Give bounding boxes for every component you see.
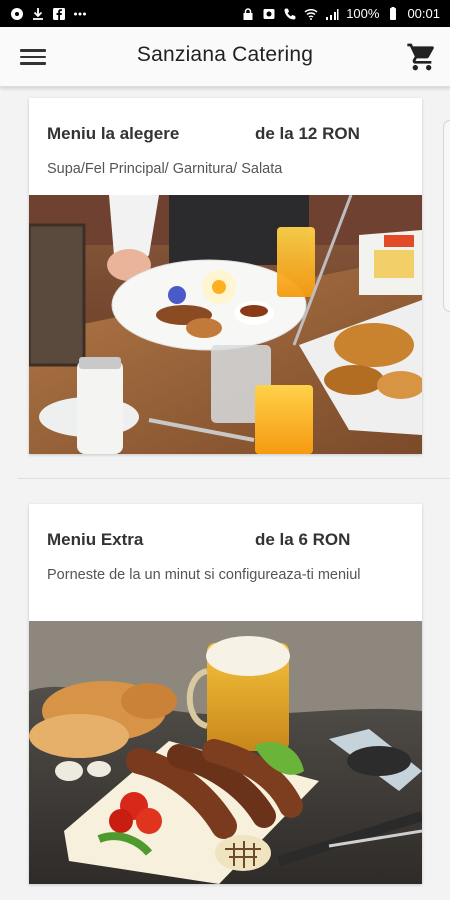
card-price: de la 6 RON: [255, 530, 351, 549]
alarm-icon: [262, 7, 276, 21]
clock-time: 00:01: [407, 6, 440, 21]
section-divider: [18, 478, 450, 479]
menu-card-extra[interactable]: Meniu Extra de la 6 RON Porneste de la u…: [29, 504, 422, 884]
wifi-icon: [304, 7, 318, 21]
app-bar: Sanziana Catering: [0, 27, 450, 87]
shopping-cart-button[interactable]: [406, 41, 438, 73]
facebook-icon: [52, 7, 66, 21]
status-bar: 100% 00:01: [0, 0, 450, 27]
card-description: Porneste de la un minut si configureaza-…: [47, 567, 361, 583]
card-description: Supa/Fel Principal/ Garnitura/ Salata: [47, 161, 283, 177]
card-title: Meniu Extra: [47, 530, 144, 549]
battery-percentage: 100%: [346, 6, 380, 21]
edge-panel-handle[interactable]: [443, 120, 450, 312]
phone-call-icon: [283, 7, 297, 21]
card-title: Meniu la alegere: [47, 124, 180, 143]
battery-icon: [386, 6, 400, 21]
sausages-and-beer-photo: [29, 621, 422, 884]
app-title: Sanziana Catering: [136, 43, 314, 66]
menu-card-la-alegere[interactable]: Meniu la alegere de la 12 RON Supa/Fel P…: [29, 98, 422, 454]
card-price: de la 12 RON: [255, 124, 360, 143]
more-dots-icon: [73, 7, 87, 21]
breakfast-plate-photo: [29, 195, 422, 454]
shopping-cart-icon: [407, 43, 434, 71]
lock-icon: [241, 7, 255, 21]
download-icon: [31, 7, 45, 21]
soccer-ball-icon: [10, 7, 24, 21]
signal-icon: [325, 7, 339, 21]
